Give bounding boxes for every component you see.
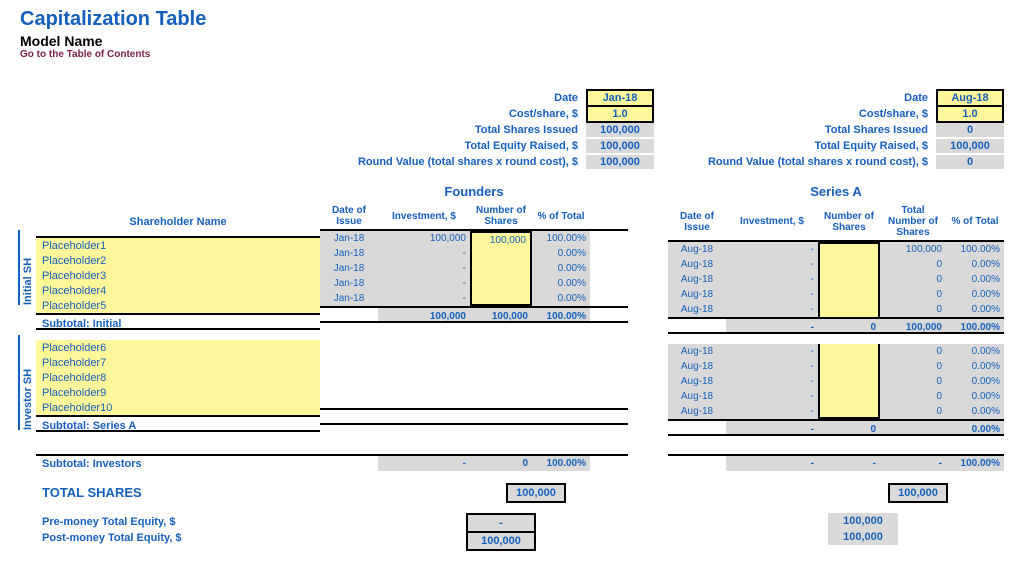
- founders-summary: DateJan-18 Cost/share, $1.0 Total Shares…: [344, 90, 654, 170]
- founders-block: Founders Date of Issue Investment, $ Num…: [320, 180, 628, 436]
- num-shares-input[interactable]: [818, 287, 880, 302]
- col-date-issue: Date of Issue: [320, 203, 378, 229]
- table-row: Aug-18 - 0 0.00%: [668, 287, 1004, 302]
- summary-shares-label: Total Shares Issued: [344, 124, 586, 136]
- num-shares-input[interactable]: [818, 272, 880, 287]
- founders-roundval: 100,000: [586, 155, 654, 169]
- table-row: Aug-18 - 0 0.00%: [668, 374, 1004, 389]
- founders-pre-money: -: [466, 513, 536, 531]
- seriesa-cost-input[interactable]: 1.0: [936, 105, 1004, 123]
- subtotal-investors-label: Subtotal: Investors: [36, 454, 320, 471]
- table-row: Jan-18 - 0.00%: [320, 291, 628, 306]
- num-shares-input[interactable]: [470, 261, 532, 276]
- seriesa-shares: 0: [936, 123, 1004, 137]
- shareholder-name-input[interactable]: Placeholder8: [36, 370, 320, 385]
- table-row: Aug-18 - 100,000 100.00%: [668, 242, 1004, 257]
- seriesa-subtotal-initial: - 0 100,000 100.00%: [668, 317, 1004, 334]
- table-row: Jan-18 - 0.00%: [320, 246, 628, 261]
- table-row: Aug-18 - 0 0.00%: [668, 257, 1004, 272]
- shareholder-name-input[interactable]: Placeholder5: [36, 298, 320, 313]
- seriesa-subtotal-seriesa: - 0 0.00%: [668, 419, 1004, 436]
- num-shares-input[interactable]: 100,000: [470, 231, 532, 246]
- initial-sh-label: Initial SH: [18, 230, 34, 305]
- seriesa-post-money: 100,000: [828, 529, 898, 545]
- shareholder-name-input[interactable]: Placeholder1: [36, 238, 320, 253]
- shareholder-name-input[interactable]: Placeholder7: [36, 355, 320, 370]
- col-pct-total: % of Total: [532, 203, 590, 229]
- shareholder-name-input[interactable]: Placeholder3: [36, 268, 320, 283]
- founders-subtotal-initial: 100,000 100,000 100.00%: [320, 306, 628, 323]
- table-row: Aug-18 - 0 0.00%: [668, 272, 1004, 287]
- summary-date-label: Date: [344, 92, 586, 104]
- total-shares-label: TOTAL SHARES: [36, 477, 320, 504]
- num-shares-input[interactable]: [818, 242, 880, 257]
- summary-roundval-label: Round Value (total shares x round cost),…: [344, 156, 586, 168]
- seriesa-summary: DateAug-18 Cost/share, $1.0 Total Shares…: [694, 90, 1004, 170]
- investor-sh-label: Investor SH: [18, 335, 34, 430]
- seriesa-title: Series A: [668, 180, 1004, 203]
- shareholder-name-header: Shareholder Name: [36, 204, 320, 238]
- num-shares-input[interactable]: [470, 246, 532, 261]
- table-row: Aug-18 - 0 0.00%: [668, 404, 1004, 419]
- table-row: [320, 393, 628, 408]
- num-shares-input[interactable]: [818, 257, 880, 272]
- founders-total-shares: 100,000: [506, 483, 566, 503]
- table-row: Jan-18 - 0.00%: [320, 276, 628, 291]
- subtotal-seriesa-label: Subtotal: Series A: [36, 415, 320, 432]
- shareholder-name-input[interactable]: Placeholder9: [36, 385, 320, 400]
- num-shares-input[interactable]: [470, 291, 532, 306]
- founders-post-money: 100,000: [466, 531, 536, 551]
- summary-cost-label: Cost/share, $: [344, 108, 586, 120]
- table-row: Aug-18 - 0 0.00%: [668, 344, 1004, 359]
- col-num-shares: Number of Shares: [470, 203, 532, 229]
- num-shares-input[interactable]: [818, 302, 880, 317]
- seriesa-roundval: 0: [936, 155, 1004, 169]
- table-row: [320, 333, 628, 348]
- shareholder-name-input[interactable]: Placeholder2: [36, 253, 320, 268]
- pre-money-label: Pre-money Total Equity, $: [36, 514, 320, 530]
- shareholder-name-input[interactable]: Placeholder6: [36, 340, 320, 355]
- founders-shares: 100,000: [586, 123, 654, 137]
- table-row: Aug-18 - 0 0.00%: [668, 389, 1004, 404]
- toc-link[interactable]: Go to the Table of Contents: [20, 49, 1004, 60]
- table-row: Jan-18 - 0.00%: [320, 261, 628, 276]
- col-investment: Investment, $: [378, 203, 470, 229]
- seriesa-total-shares: 100,000: [888, 483, 948, 503]
- founders-title: Founders: [320, 180, 628, 203]
- table-row: Jan-18 100,000 100,000 100.00%: [320, 231, 628, 246]
- table-row: [320, 363, 628, 378]
- shareholder-name-input[interactable]: Placeholder10: [36, 400, 320, 415]
- num-shares-input[interactable]: [818, 374, 880, 389]
- num-shares-input[interactable]: [818, 359, 880, 374]
- founders-subtotal-seriesa: [320, 408, 628, 425]
- table-row: Aug-18 - 0 0.00%: [668, 359, 1004, 374]
- founders-equity: 100,000: [586, 139, 654, 153]
- table-row: [320, 378, 628, 393]
- page-title: Capitalization Table: [20, 8, 1004, 31]
- post-money-label: Post-money Total Equity, $: [36, 530, 320, 546]
- seriesa-block: Series A Date of Issue Investment, $ Num…: [668, 180, 1004, 436]
- model-name: Model Name: [20, 33, 1004, 49]
- num-shares-input[interactable]: [818, 404, 880, 419]
- seriesa-pre-money: 100,000: [828, 513, 898, 529]
- num-shares-input[interactable]: [818, 344, 880, 359]
- subtotal-initial-label: Subtotal: Initial: [36, 313, 320, 330]
- seriesa-equity: 100,000: [936, 139, 1004, 153]
- summary-equity-label: Total Equity Raised, $: [344, 140, 586, 152]
- founders-cost-input[interactable]: 1.0: [586, 105, 654, 123]
- num-shares-input[interactable]: [818, 389, 880, 404]
- table-row: [320, 348, 628, 363]
- shareholder-name-input[interactable]: Placeholder4: [36, 283, 320, 298]
- num-shares-input[interactable]: [470, 276, 532, 291]
- table-row: Aug-18 - 0 0.00%: [668, 302, 1004, 317]
